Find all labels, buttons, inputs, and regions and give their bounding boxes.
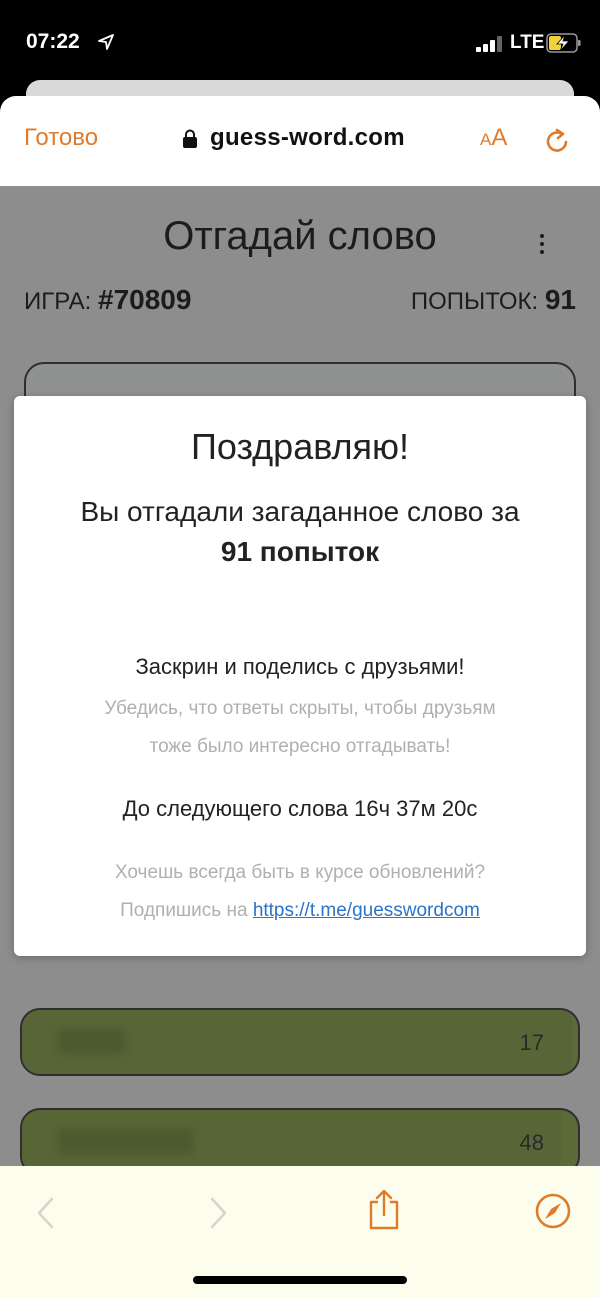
tries-count: 91 (544, 284, 576, 315)
more-menu-icon[interactable] (538, 234, 546, 258)
status-time: 07:22 (26, 30, 80, 53)
next-word-timer: До следующего слова 16ч 37м 20с (122, 796, 478, 821)
compass-icon[interactable] (534, 1192, 572, 1230)
modal-title: Поздравляю! (190, 426, 410, 467)
signal-icon (476, 36, 506, 52)
subscribe-prefix: Подпишись на (120, 900, 248, 921)
tries-label: ПОПЫТОК: (410, 288, 539, 315)
tries-info: ПОПЫТОК: 91 (411, 284, 576, 316)
browser-header: Готово guess-word.com AA (0, 96, 600, 186)
share-prompt: Заскрин и поделись с друзьями! (135, 654, 465, 679)
hint-text: тоже было интересно отгадывать! (149, 736, 451, 757)
network-type: LTE (510, 32, 545, 53)
done-button[interactable]: Готово (24, 124, 98, 152)
game-info: ИГРА: #70809 (24, 284, 191, 316)
result-count: 91 попыток (220, 536, 380, 567)
forward-icon[interactable] (206, 1196, 230, 1230)
back-icon[interactable] (34, 1196, 58, 1230)
page-title: Отгадай слово (163, 214, 437, 258)
word-rank: 48 (519, 1130, 544, 1155)
hidden-word: ████ (58, 1030, 126, 1055)
congrats-modal: Поздравляю! Вы отгадали загаданное слово… (14, 396, 586, 956)
home-indicator (193, 1276, 407, 1284)
url-field[interactable]: guess-word.com (210, 124, 405, 152)
hidden-word: ████████ (58, 1130, 194, 1155)
list-item: ████████ 48 (20, 1108, 580, 1166)
lock-icon (183, 129, 197, 148)
share-icon[interactable] (366, 1188, 402, 1230)
telegram-link[interactable]: https://t.me/guesswordcom (253, 900, 480, 921)
subscribe-line: Подпишись на https://t.me/guesswordcom (14, 900, 586, 922)
location-arrow-icon (98, 34, 114, 50)
hint-text: Убедись, что ответы скрыты, чтобы друзья… (104, 698, 496, 719)
list-item: ████ 17 (20, 1008, 580, 1076)
battery-charging-icon (546, 33, 581, 53)
text-size-button[interactable]: AA (480, 124, 507, 152)
word-rank: 17 (519, 1030, 544, 1055)
reload-icon[interactable] (542, 126, 572, 156)
game-label: ИГРА: (24, 288, 92, 315)
result-text: Вы отгадали загаданное слово за (80, 496, 520, 527)
browser-toolbar (0, 1166, 600, 1298)
game-number: #70809 (98, 284, 192, 315)
subscribe-text: Хочешь всегда быть в курсе обновлений? (114, 862, 486, 883)
